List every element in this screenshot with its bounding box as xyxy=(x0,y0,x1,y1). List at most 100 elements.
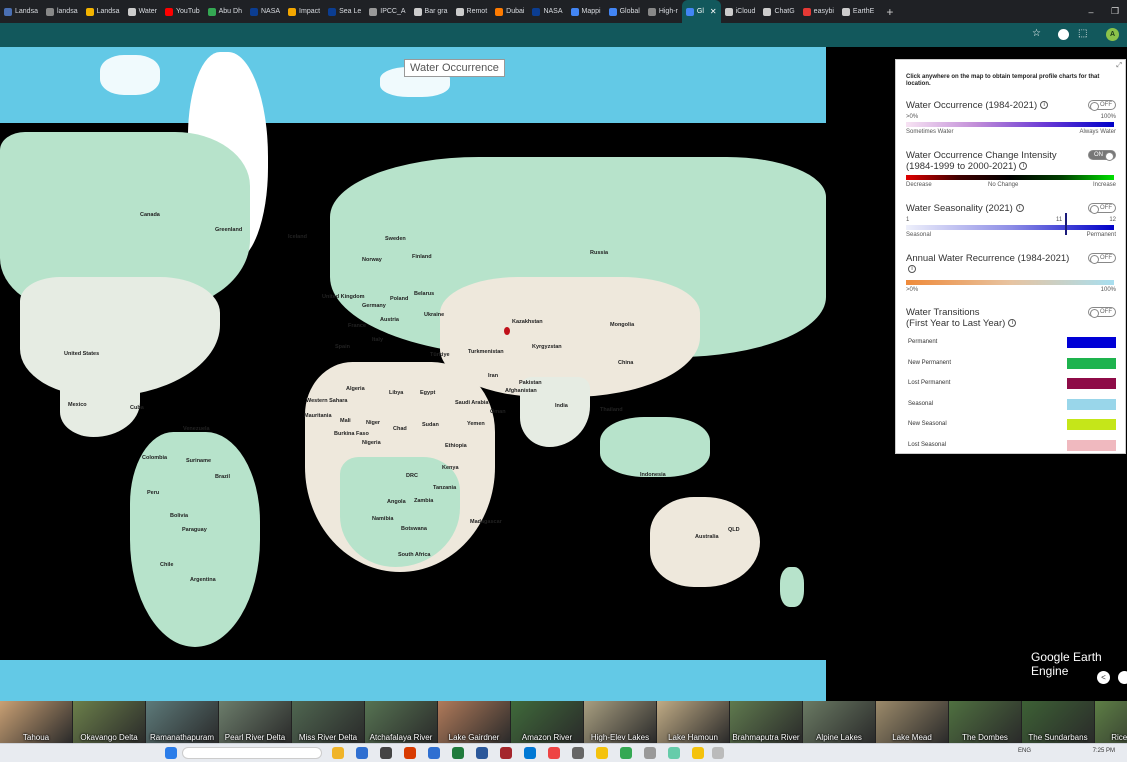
location-thumbnail[interactable]: Pearl River Delta xyxy=(219,701,292,743)
location-thumbnail[interactable]: Brahmaputra River xyxy=(730,701,803,743)
browser-tab[interactable]: ChatG xyxy=(759,0,798,23)
app-icon[interactable] xyxy=(692,747,704,759)
app-icon[interactable] xyxy=(380,747,392,759)
acrobat-icon[interactable] xyxy=(500,747,512,759)
app-icon[interactable] xyxy=(712,747,724,759)
browser-tab[interactable]: Dubai xyxy=(491,0,528,23)
file-explorer-icon[interactable] xyxy=(332,747,344,759)
country-label: Iceland xyxy=(288,234,307,240)
location-thumbnail[interactable]: Rice Fields xyxy=(1095,701,1127,743)
tab-favicon-icon xyxy=(249,7,258,16)
location-thumbnail[interactable]: Alpine Lakes xyxy=(803,701,876,743)
browser-tab[interactable]: Mappi xyxy=(567,0,605,23)
language-indicator[interactable]: ENG xyxy=(1018,748,1031,754)
info-icon[interactable]: i xyxy=(1015,204,1024,213)
minimize-button[interactable]: – xyxy=(1079,7,1103,17)
edge-icon[interactable] xyxy=(428,747,440,759)
info-icon[interactable]: i xyxy=(908,265,916,274)
taskbar-search-box[interactable] xyxy=(182,747,322,759)
browser-tab[interactable]: High-r xyxy=(644,0,682,23)
legend-right-label: Increase xyxy=(1092,182,1116,188)
location-marker[interactable] xyxy=(504,327,510,335)
browser-tab[interactable]: iCloud xyxy=(721,0,760,23)
location-thumbnail[interactable]: Okavango Delta xyxy=(73,701,146,743)
tab-favicon-icon xyxy=(207,7,216,16)
mail-icon[interactable] xyxy=(356,747,368,759)
location-thumbnail[interactable]: Amazon River xyxy=(511,701,584,743)
new-tab-button[interactable]: + xyxy=(886,5,893,19)
panel-instructions: Click anywhere on the map to obtain temp… xyxy=(906,74,1100,87)
location-thumbnail[interactable]: High-Elev Lakes xyxy=(584,701,657,743)
location-thumbnail[interactable]: The Sundarbans xyxy=(1022,701,1095,743)
browser-tab[interactable]: Impact xyxy=(284,0,324,23)
location-thumbnail[interactable]: Lake Hamoun xyxy=(657,701,730,743)
recurrence-toggle[interactable]: OFF xyxy=(1088,253,1116,264)
tab-label: NASA xyxy=(543,8,563,15)
settings-button[interactable] xyxy=(1118,671,1127,684)
browser-tab[interactable]: Sea Le xyxy=(324,0,365,23)
browser-tab[interactable]: Global xyxy=(605,0,644,23)
tab-label: Impact xyxy=(299,8,321,15)
location-thumbnail[interactable]: Tahoua xyxy=(0,701,73,743)
browser-tab[interactable]: IPCC_A xyxy=(365,0,409,23)
tab-favicon-icon xyxy=(495,7,504,16)
browser-tab[interactable]: NASA xyxy=(528,0,566,23)
expand-icon[interactable]: ⤢ xyxy=(1116,62,1122,70)
legend-max: 12 xyxy=(1109,217,1116,223)
occurrence-change-toggle[interactable]: ON xyxy=(1088,150,1116,161)
country-label: Namibia xyxy=(372,516,394,522)
powerpoint-icon[interactable] xyxy=(404,747,416,759)
browser-tab[interactable]: Landsa xyxy=(82,0,124,23)
transitions-toggle[interactable]: OFF xyxy=(1088,307,1116,318)
arctic-islands xyxy=(100,55,160,95)
browser-tab[interactable]: YouTub xyxy=(161,0,204,23)
location-thumbnail[interactable]: Miss River Delta xyxy=(292,701,365,743)
browser-tab[interactable]: easybi xyxy=(799,0,838,23)
bookmark-star-icon[interactable]: ☆ xyxy=(1032,28,1041,39)
location-thumbnail[interactable]: Ramanathapuram xyxy=(146,701,219,743)
seasonality-toggle[interactable]: OFF xyxy=(1088,203,1116,214)
app-icon[interactable] xyxy=(572,747,584,759)
tab-favicon-icon xyxy=(328,7,337,16)
location-thumbnail[interactable]: Lake Mead xyxy=(876,701,949,743)
browser-tab[interactable]: Bar gra xyxy=(410,0,452,23)
system-clock[interactable]: 7:25 PM xyxy=(1093,748,1115,754)
browser-tab[interactable]: Landsa xyxy=(0,0,42,23)
layer-title: Water Transitions xyxy=(906,307,980,318)
app-icon[interactable] xyxy=(668,747,680,759)
location-thumbnail[interactable]: Lake Gairdner xyxy=(438,701,511,743)
location-thumbnail[interactable]: The Dombes xyxy=(949,701,1022,743)
browser-tab[interactable]: landsa xyxy=(42,0,82,23)
thumbnail-label: Rice Fields xyxy=(1111,733,1127,742)
outlook-icon[interactable] xyxy=(524,747,536,759)
browser-tab[interactable]: EarthE xyxy=(838,0,878,23)
app-icon[interactable] xyxy=(596,747,608,759)
close-tab-icon[interactable]: ✕ xyxy=(710,7,717,16)
share-icon[interactable]: < xyxy=(1097,671,1110,684)
chrome-icon[interactable] xyxy=(620,747,632,759)
country-label: Ukraine xyxy=(424,312,445,318)
browser-tab[interactable]: Gl ✕ xyxy=(681,0,721,23)
start-icon[interactable] xyxy=(165,747,177,759)
world-map[interactable]: Greenland Iceland Sweden Norway Finland Russi… xyxy=(0,47,826,701)
info-icon[interactable]: i xyxy=(1040,101,1049,110)
browser-tab[interactable]: Abu Dh xyxy=(204,0,246,23)
excel-icon[interactable] xyxy=(452,747,464,759)
water-occurrence-toggle[interactable]: OFF xyxy=(1088,100,1116,111)
word-icon[interactable] xyxy=(476,747,488,759)
browser-tab[interactable]: NASA xyxy=(246,0,284,23)
app-icon[interactable] xyxy=(644,747,656,759)
country-label: Canada xyxy=(140,212,160,218)
restore-button[interactable]: ❐ xyxy=(1103,6,1127,17)
app-icon[interactable] xyxy=(548,747,560,759)
country-label: Sudan xyxy=(422,422,439,428)
info-icon[interactable]: i xyxy=(1008,319,1017,328)
browser-tab[interactable]: Water xyxy=(124,0,161,23)
profile-avatar[interactable]: A xyxy=(1106,28,1119,41)
transition-color-swatch xyxy=(1067,398,1116,410)
location-thumbnail[interactable]: Atchafalaya River xyxy=(365,701,438,743)
info-icon[interactable]: i xyxy=(1019,162,1028,171)
country-label: Australia xyxy=(695,534,719,540)
extensions-icon[interactable]: ⬚ xyxy=(1078,28,1087,39)
browser-tab[interactable]: Remot xyxy=(452,0,492,23)
